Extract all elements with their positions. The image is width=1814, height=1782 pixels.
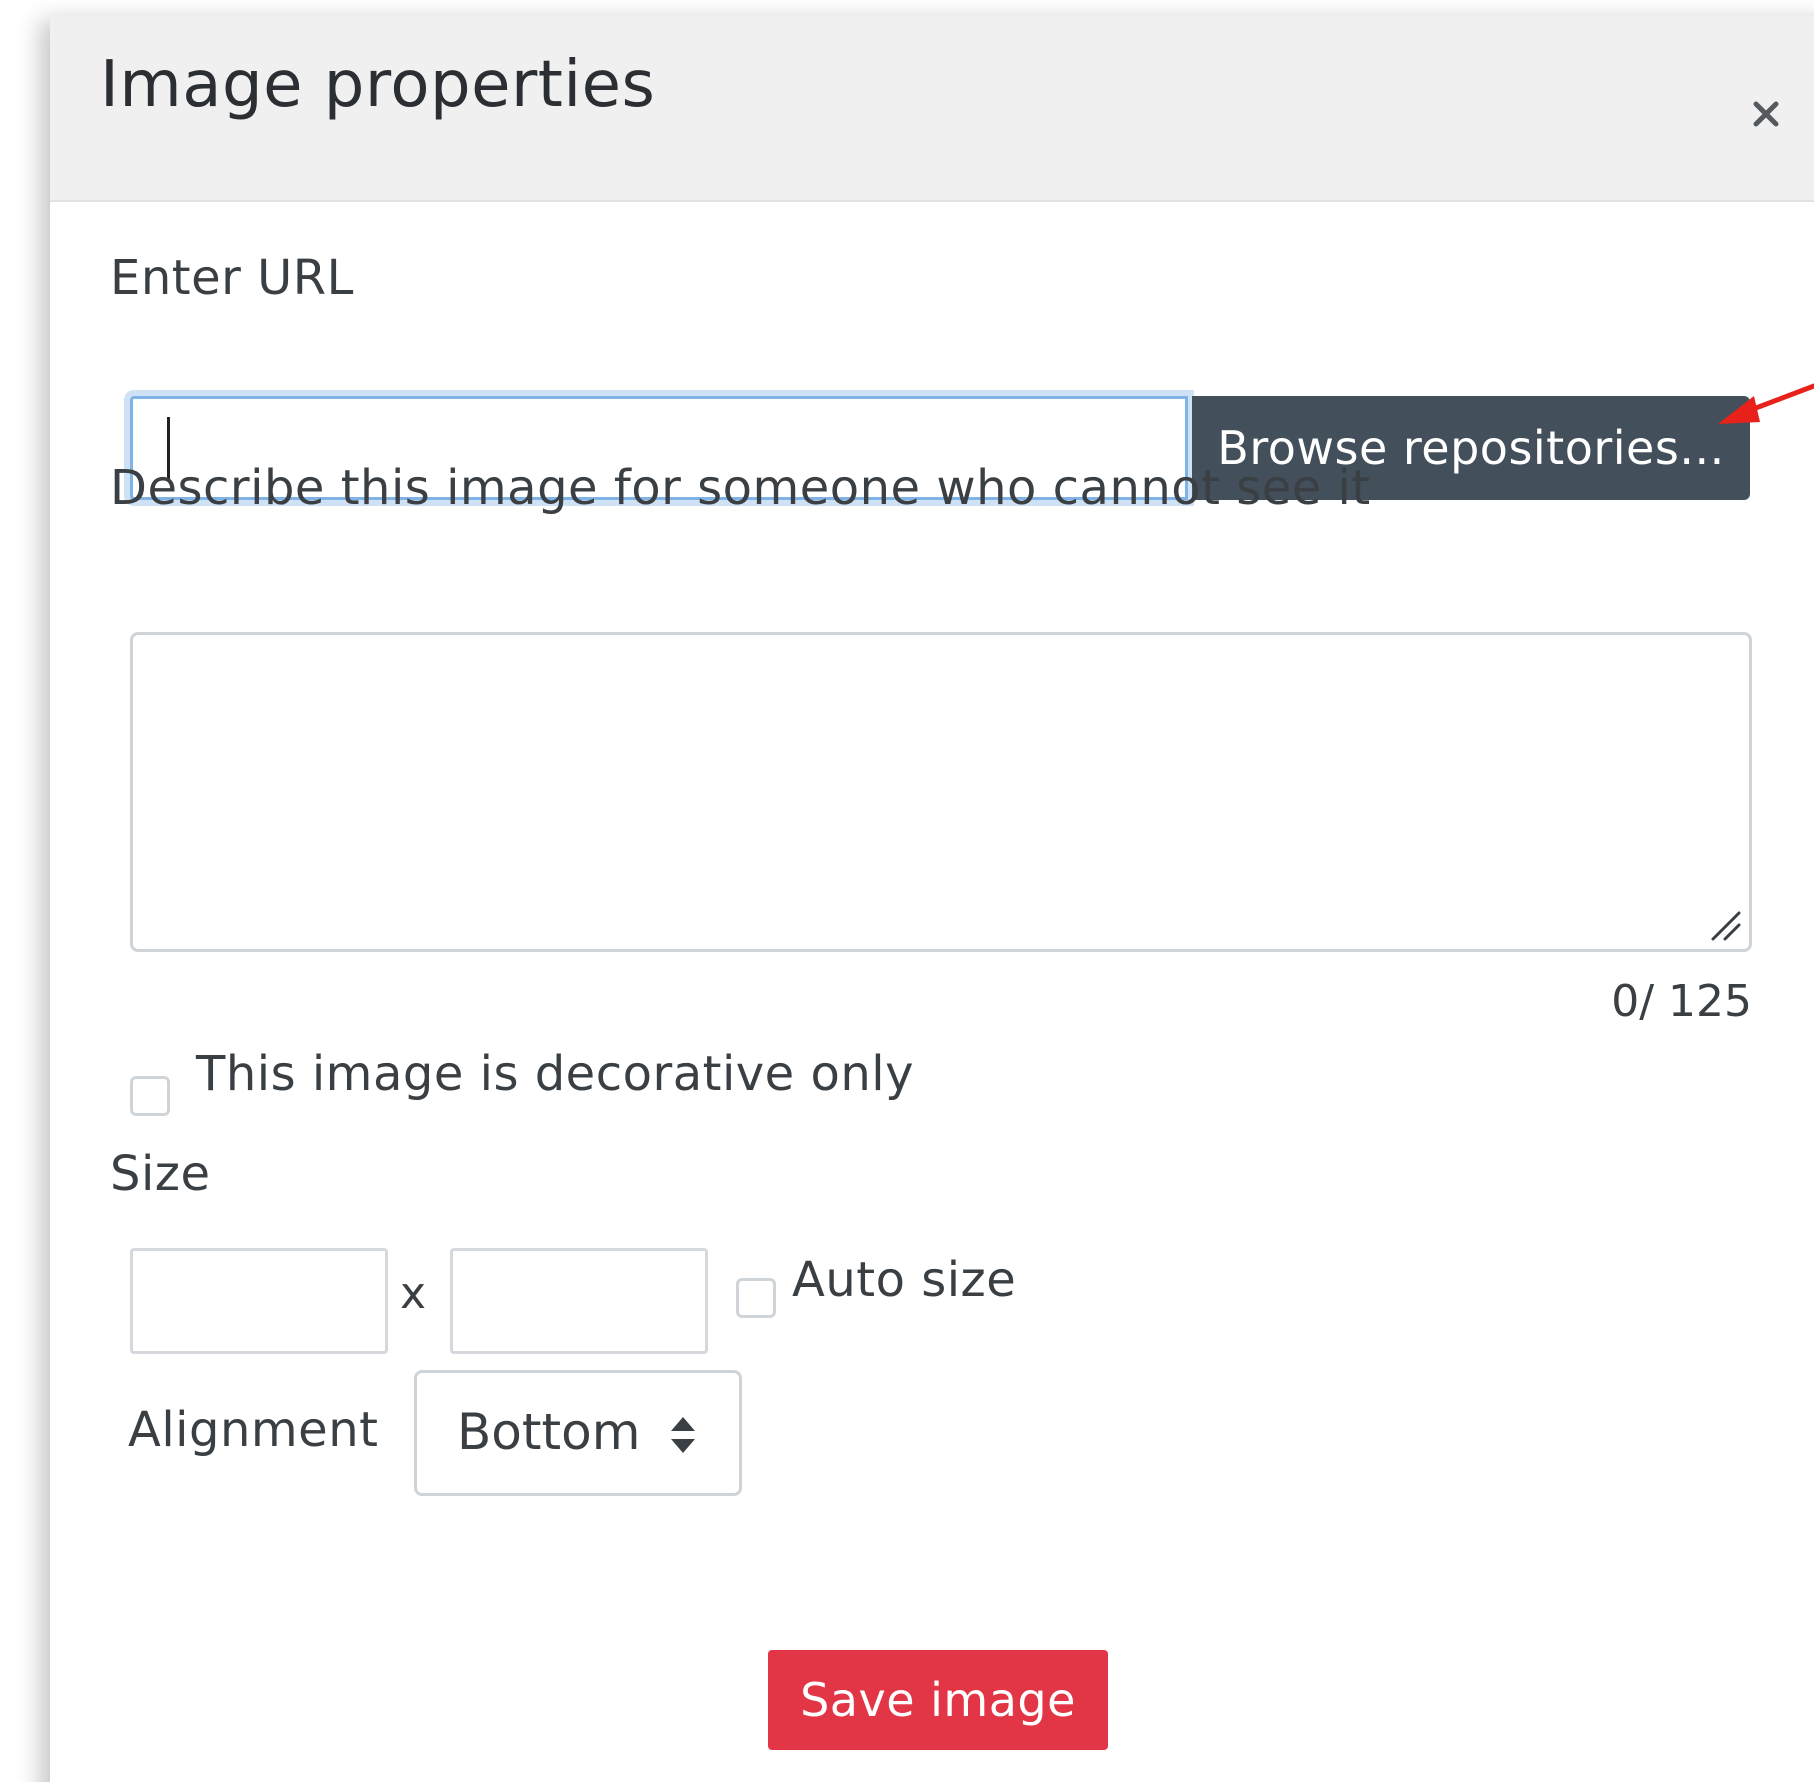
alignment-select[interactable]: Bottom	[414, 1370, 742, 1496]
close-icon	[1753, 101, 1779, 127]
decorative-checkbox[interactable]	[130, 1076, 170, 1116]
decorative-label: This image is decorative only	[196, 1046, 914, 1102]
alignment-label: Alignment	[128, 1402, 379, 1458]
close-button[interactable]	[1738, 86, 1794, 142]
auto-size-checkbox[interactable]	[736, 1278, 776, 1318]
description-label: Describe this image for someone who cann…	[110, 460, 1371, 516]
description-textarea[interactable]	[130, 632, 1752, 952]
image-properties-dialog: Image properties Enter URL Browse reposi…	[50, 16, 1814, 1782]
sort-arrows-icon	[671, 1417, 695, 1453]
url-label: Enter URL	[110, 250, 354, 306]
size-label: Size	[110, 1146, 211, 1202]
character-counter: 0/ 125	[1611, 976, 1752, 1027]
auto-size-label: Auto size	[792, 1252, 1017, 1308]
dialog-header: Image properties	[50, 16, 1814, 202]
height-input[interactable]	[450, 1248, 708, 1354]
resize-handle-icon[interactable]	[1707, 907, 1743, 943]
alignment-selected-value: Bottom	[457, 1403, 641, 1461]
size-separator: x	[400, 1268, 427, 1319]
width-input[interactable]	[130, 1248, 388, 1354]
page: Image properties Enter URL Browse reposi…	[0, 0, 1814, 1782]
dialog-title: Image properties	[100, 48, 656, 122]
save-image-button[interactable]: Save image	[768, 1650, 1108, 1750]
